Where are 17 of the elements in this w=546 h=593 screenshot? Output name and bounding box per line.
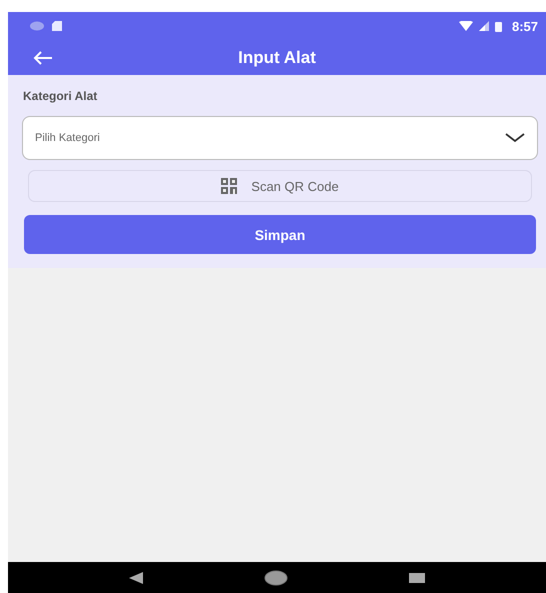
notification-dot-icon — [30, 21, 44, 31]
back-button[interactable] — [33, 50, 53, 64]
home-circle-icon[interactable] — [264, 570, 288, 586]
signal-icon — [478, 21, 489, 31]
screen-title: Input Alat — [238, 48, 316, 68]
qr-code-icon — [221, 178, 238, 194]
status-time: 8:57 — [512, 18, 538, 34]
recents-square-icon[interactable] — [409, 572, 426, 582]
field-label: Kategori Alat — [23, 89, 98, 103]
chevron-down-icon — [505, 133, 525, 143]
scan-qr-button[interactable]: Scan QR Code — [28, 170, 532, 202]
wifi-icon — [458, 21, 473, 31]
category-dropdown[interactable]: Pilih Kategori — [22, 116, 538, 160]
back-triangle-icon[interactable] — [128, 572, 143, 584]
save-button[interactable]: Simpan — [24, 215, 536, 254]
sd-card-icon — [52, 21, 62, 31]
battery-icon — [494, 20, 502, 32]
